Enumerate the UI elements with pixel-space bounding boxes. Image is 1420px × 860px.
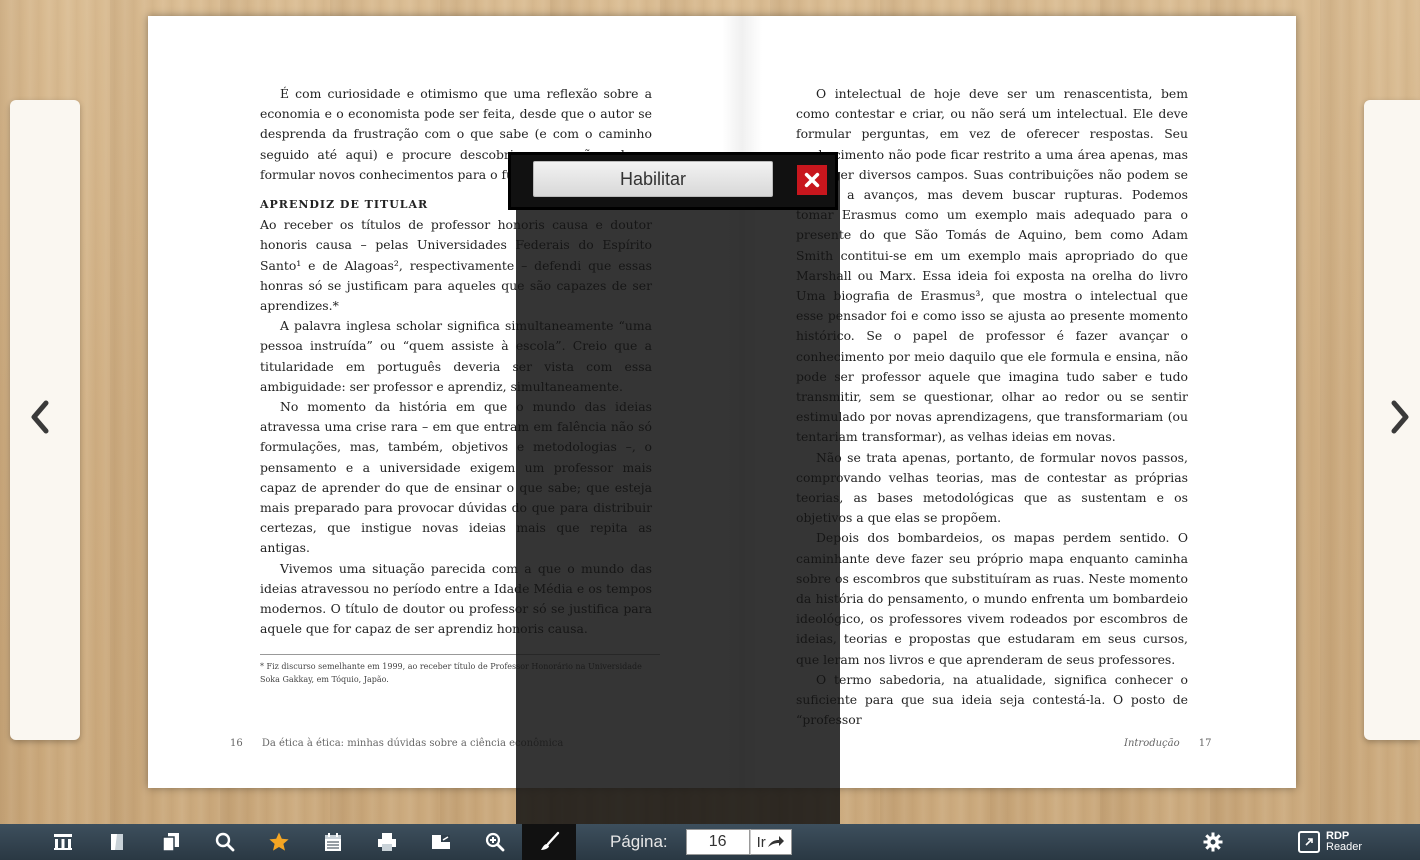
chevron-right-icon [1391, 400, 1409, 434]
zoom-in-icon [485, 832, 505, 852]
previous-page-arrow[interactable] [26, 400, 54, 440]
search-icon [215, 832, 235, 852]
enable-button[interactable]: Habilitar [533, 161, 773, 197]
star-icon [269, 832, 289, 851]
go-label: Ir [756, 833, 766, 851]
close-icon [804, 172, 820, 188]
right-page-text: O intelectual de hoje deve ser um renasc… [796, 84, 1188, 731]
copy-icon [162, 833, 179, 852]
right-page-number: 17 [1198, 738, 1212, 749]
search-button[interactable] [198, 824, 252, 860]
calendar-button[interactable] [306, 824, 360, 860]
external-link-icon [1298, 831, 1320, 853]
rdp-reader-logo: RDP Reader [1298, 828, 1362, 856]
favorites-button[interactable] [252, 824, 306, 860]
calendar-icon [325, 833, 341, 851]
notes-button[interactable] [90, 824, 144, 860]
gear-icon [1203, 832, 1223, 852]
reader-stage: É com curiosidade e otimismo que uma ref… [0, 0, 1420, 860]
fullscreen-icon [432, 835, 450, 849]
zoom-button[interactable] [468, 824, 522, 860]
settings-button[interactable] [1186, 824, 1240, 860]
go-to-page-button[interactable]: Ir [749, 829, 792, 855]
page-label: Página: [610, 832, 668, 851]
close-panel-button[interactable] [797, 165, 827, 195]
print-icon [378, 833, 396, 851]
logo-line-2: Reader [1326, 841, 1363, 853]
page-number-input[interactable]: 16 [685, 829, 750, 855]
right-paragraph-4: O termo sabedoria, na atualidade, signif… [796, 671, 1188, 727]
next-page-arrow[interactable] [1386, 400, 1414, 440]
bottom-toolbar: Página: 16 Ir RDP Reader [0, 824, 1420, 860]
brush-icon [541, 831, 560, 850]
logo-text: RDP Reader [1326, 831, 1362, 853]
fullscreen-button[interactable] [414, 824, 468, 860]
chevron-left-icon [31, 400, 49, 434]
right-paragraph-2: Não se trata apenas, portanto, de formul… [796, 449, 1188, 526]
right-running-title: Introdução [1124, 738, 1180, 749]
pages-button[interactable] [144, 824, 198, 860]
left-folio: 16 Da ética à ética: minhas dúvidas sobr… [230, 738, 563, 749]
drawing-panel-header: Habilitar [508, 152, 838, 210]
contents-button[interactable] [36, 824, 90, 860]
brush-button[interactable] [522, 824, 576, 860]
note-icon [111, 834, 123, 850]
right-paragraph-1: O intelectual de hoje deve ser um renasc… [796, 86, 1188, 445]
right-folio: Introdução 17 [1124, 738, 1211, 749]
left-page-number: 16 [230, 738, 243, 749]
right-paragraph-3: Depois dos bombardeios, os mapas perdem … [796, 530, 1188, 667]
drawing-panel [516, 172, 840, 824]
print-button[interactable] [360, 824, 414, 860]
grid-icon [54, 834, 72, 850]
arrow-right-icon [767, 836, 784, 847]
